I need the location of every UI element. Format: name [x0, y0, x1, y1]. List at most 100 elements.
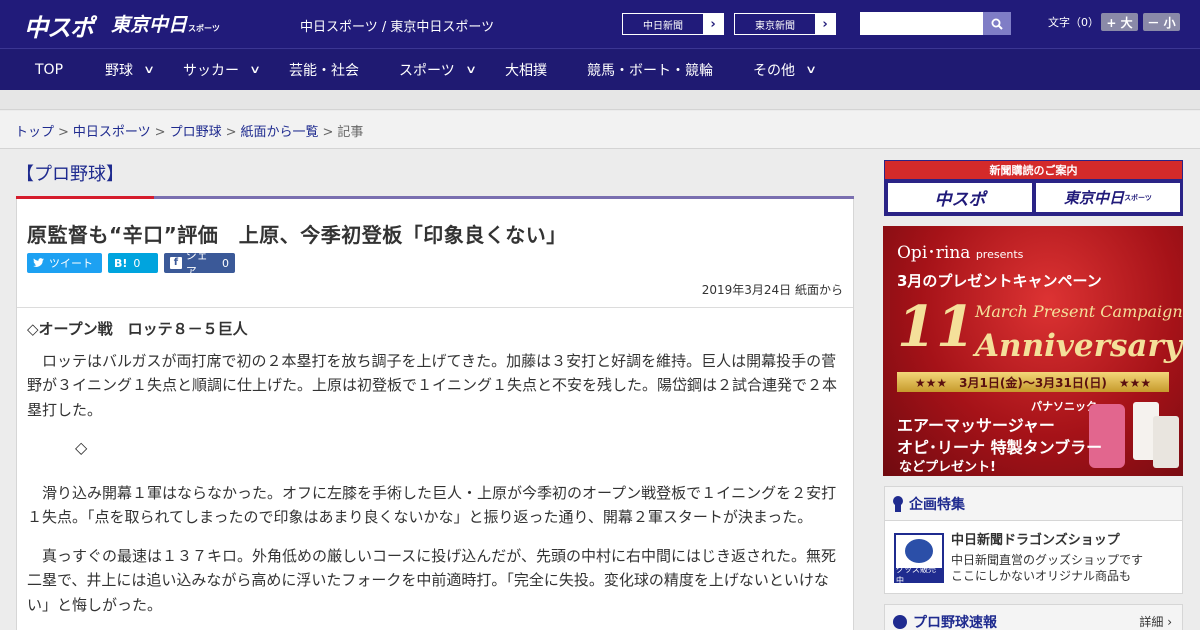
nav-label: 野球: [105, 62, 133, 79]
tokyo-shimbun-link[interactable]: 東京新聞 ›: [734, 13, 836, 35]
article-body: ◇オープン戦 ロッテ８－５巨人 ロッテはバルガスが両打席で初の２本塁打を放ち調子…: [27, 317, 845, 630]
sub-bar: [0, 90, 1200, 110]
tokyo-chunichi-logo[interactable]: 東京中日スポーツ: [111, 10, 220, 37]
article-lead: ◇オープン戦 ロッテ８－５巨人: [27, 320, 248, 338]
dragons-shop-thumbnail[interactable]: グッズ販売中: [894, 533, 944, 585]
subscription-heading: 新聞購読のご案内: [885, 161, 1182, 179]
breadcrumb-top[interactable]: トップ: [15, 125, 54, 140]
site-names: 中日スポーツ / 東京中日スポーツ: [300, 20, 495, 35]
chevron-down-icon: ∨: [464, 63, 477, 76]
ad-brand-suffix: presents: [975, 248, 1024, 261]
chunichi-shimbun-label: 中日新聞: [643, 20, 683, 32]
tokyo-shimbun-label: 東京新聞: [755, 20, 795, 32]
chevron-right-icon: ›: [703, 14, 723, 34]
feature-title[interactable]: 中日新聞ドラゴンズショップ: [951, 529, 1120, 548]
nav-item-top[interactable]: TOP: [35, 49, 63, 90]
advertisement-banner[interactable]: Opi･rina presents 3月のプレゼントキャンペーン 11 Marc…: [883, 226, 1183, 476]
ad-script-line: March Present Campaign: [975, 302, 1183, 321]
article-paragraph: 真っすぐの最速は１３７キロ。外角低めの厳しいコースに投げ込んだが、先頭の中村に右…: [27, 546, 836, 614]
subscription-tokyo-small: スポーツ: [1124, 193, 1152, 202]
font-smaller-button[interactable]: － 小: [1143, 13, 1180, 31]
feature-description: 中日新聞直営のグッズショップです ここにしかないオリジナル商品も: [951, 552, 1143, 584]
nav-item-sports[interactable]: スポーツ ∨: [399, 49, 477, 90]
baseball-icon: [893, 615, 907, 629]
nav-item-baseball[interactable]: 野球 ∨: [105, 49, 156, 90]
subscription-banner[interactable]: 新聞購読のご案内 中スポ 東京中日 スポーツ: [884, 160, 1183, 216]
ad-number: 11: [897, 294, 975, 360]
news-heading: プロ野球速報: [885, 605, 1182, 630]
tweet-button[interactable]: ツイート: [27, 253, 102, 273]
twitter-bird-icon: [33, 258, 44, 267]
breadcrumb-pro-baseball[interactable]: プロ野球: [170, 125, 222, 140]
chevron-down-icon: ∨: [804, 63, 818, 76]
divider: [17, 307, 853, 308]
article-paragraph: ロッテはバルガスが両打席で初の２本塁打を放ち調子を上げてきた。加藤は３安打と好調…: [27, 351, 838, 419]
mascot-image: [905, 539, 933, 563]
ad-line-3: オピ･リーナ 特製タンブラー: [897, 438, 1103, 457]
font-size-label: 文字（0）: [1048, 16, 1099, 29]
chunichi-shimbun-link[interactable]: 中日新聞 ›: [622, 13, 724, 35]
section-title[interactable]: 【プロ野球】: [16, 160, 124, 186]
feature-box: 企画特集 グッズ販売中 中日新聞ドラゴンズショップ 中日新聞直営のグッズショップ…: [884, 486, 1183, 594]
subscription-chuspo[interactable]: 中スポ: [888, 183, 1032, 212]
breadcrumb-separator: >: [154, 125, 166, 140]
facebook-icon: f: [170, 257, 182, 269]
subscription-tokyo-chunichi[interactable]: 東京中日 スポーツ: [1036, 183, 1180, 212]
ad-brand: Opi･rina presents: [897, 238, 1023, 263]
feature-desc-line: 中日新聞直営のグッズショップです: [951, 553, 1144, 567]
feature-heading: 企画特集: [885, 487, 1182, 521]
feature-heading-label: 企画特集: [909, 496, 965, 513]
breadcrumb-chunichi-sports[interactable]: 中日スポーツ: [73, 125, 151, 140]
article-date: 2019年3月24日 紙面から: [701, 283, 843, 297]
nav-label: 大相撲: [505, 62, 547, 79]
chevron-down-icon: ∨: [248, 63, 262, 76]
breadcrumb-current: 記事: [337, 125, 364, 140]
nav-label: サッカー: [183, 62, 239, 79]
font-larger-button[interactable]: + 大: [1101, 13, 1138, 31]
facebook-share-label: シェア: [185, 249, 208, 278]
site-header: 中スポ 東京中日スポーツ 中日スポーツ / 東京中日スポーツ 中日新聞 › 東京…: [0, 0, 1200, 48]
facebook-share-button[interactable]: f シェア 0: [164, 249, 235, 278]
ad-dates: ★★★ 3月1日(金)～3月31日(日) ★★★: [897, 372, 1169, 392]
nav-label: 芸能・社会: [289, 62, 359, 79]
hatena-bookmark-button[interactable]: B! 0: [108, 253, 158, 273]
breadcrumb-separator: >: [58, 125, 69, 140]
nav-item-keiba[interactable]: 競馬・ボート・競輪: [587, 49, 713, 90]
nav-label: 競馬・ボート・競輪: [587, 62, 713, 79]
breadcrumb-separator: >: [225, 125, 237, 140]
nav-label: その他: [753, 62, 795, 79]
subscription-tokyo-label: 東京中日: [1064, 189, 1125, 207]
main-nav: TOP 野球 ∨ サッカー ∨ 芸能・社会 スポーツ ∨ 大相撲 競馬・ボート・競輪 …: [0, 48, 1200, 90]
ad-anniversary: Anniversary: [975, 328, 1182, 364]
tumbler-image: [1153, 416, 1179, 468]
ad-line-2: エアーマッサージャー: [897, 416, 1055, 435]
breadcrumb-paper-list[interactable]: 紙面から一覧: [241, 125, 319, 140]
article-card: 原監督も“辛口”評価 上原、今季初登板「印象良くない」 ツイート B! 0 f …: [16, 199, 854, 630]
ribbon-icon: [893, 495, 903, 512]
tokyo-logo-text: 東京中日: [111, 14, 188, 36]
search-button[interactable]: [983, 12, 1011, 35]
tokyo-logo-small: スポーツ: [188, 24, 220, 33]
chevron-down-icon: ∨: [142, 63, 156, 76]
nav-label: TOP: [35, 61, 64, 78]
ad-campaign: 3月のプレゼントキャンペーン: [897, 272, 1102, 290]
tweet-label: ツイート: [49, 257, 93, 270]
search-input[interactable]: [860, 12, 983, 35]
nav-item-sumo[interactable]: 大相撲: [505, 49, 547, 90]
hatena-icon: B!: [114, 256, 128, 270]
ad-line-4: などプレゼント!: [899, 460, 996, 475]
chuspo-logo[interactable]: 中スポ: [24, 8, 94, 43]
nav-label: スポーツ: [399, 62, 455, 79]
feature-desc-line: ここにしかないオリジナル商品も: [951, 569, 1132, 583]
news-detail-link[interactable]: 詳細 ›: [1139, 613, 1172, 630]
diamond-divider: ◇: [75, 438, 88, 457]
breadcrumb-separator: >: [322, 125, 334, 140]
chevron-right-icon: ›: [815, 14, 835, 34]
nav-item-other[interactable]: その他 ∨: [753, 49, 818, 90]
nav-item-entertainment[interactable]: 芸能・社会: [289, 49, 359, 90]
breadcrumb: トップ > 中日スポーツ > プロ野球 > 紙面から一覧 > 記事: [0, 111, 1200, 149]
news-heading-label: プロ野球速報: [913, 615, 997, 630]
facebook-share-count: 0: [222, 256, 229, 270]
nav-item-soccer[interactable]: サッカー ∨: [183, 49, 262, 90]
hatena-count: 0: [133, 256, 141, 270]
